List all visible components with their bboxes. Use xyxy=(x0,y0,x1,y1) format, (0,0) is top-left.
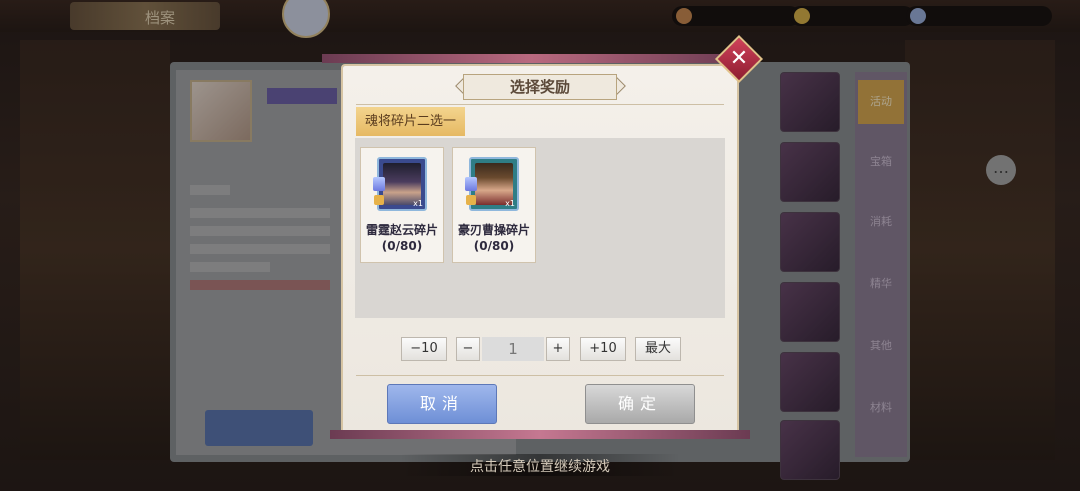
reward-progress: (0/80) xyxy=(473,239,515,253)
minus-ten-button[interactable]: −10 xyxy=(401,337,447,361)
confirm-button[interactable]: 确定 xyxy=(585,384,695,424)
reward-card-caocao[interactable]: x1 豪刃曹操碎片 (0/80) xyxy=(452,147,536,263)
close-icon[interactable]: ✕ xyxy=(722,42,756,76)
dialog-frame-bottom xyxy=(330,430,750,439)
hero-shard-icon: x1 xyxy=(373,157,427,211)
max-button[interactable]: 最大 xyxy=(635,337,681,361)
shard-gem-icon xyxy=(465,177,477,191)
reward-name: 豪刃曹操碎片 xyxy=(457,223,530,237)
section-label: 魂将碎片二选一 xyxy=(356,107,465,136)
reward-quantity: x1 xyxy=(413,199,423,208)
cancel-button[interactable]: 取消 xyxy=(387,384,497,424)
dialog-title: 选择奖励 xyxy=(509,78,570,96)
plus-ten-button[interactable]: +10 xyxy=(580,337,626,361)
rank-crest-icon xyxy=(374,195,384,205)
divider xyxy=(356,375,724,376)
dialog-frame-top xyxy=(322,54,742,63)
reward-card-zhaoyun[interactable]: x1 雷霆赵云碎片 (0/80) xyxy=(360,147,444,263)
minus-button[interactable]: − xyxy=(456,337,480,361)
reward-progress: (0/80) xyxy=(381,239,423,253)
hero-shard-icon: x1 xyxy=(465,157,519,211)
reward-name: 雷霆赵云碎片 xyxy=(365,223,438,237)
divider xyxy=(356,104,724,105)
reward-quantity: x1 xyxy=(505,199,515,208)
shard-gem-icon xyxy=(373,177,385,191)
rank-crest-icon xyxy=(466,195,476,205)
quantity-input[interactable] xyxy=(482,337,544,361)
continue-hint: 点击任意位置继续游戏 xyxy=(470,459,610,475)
plus-button[interactable]: + xyxy=(546,337,570,361)
